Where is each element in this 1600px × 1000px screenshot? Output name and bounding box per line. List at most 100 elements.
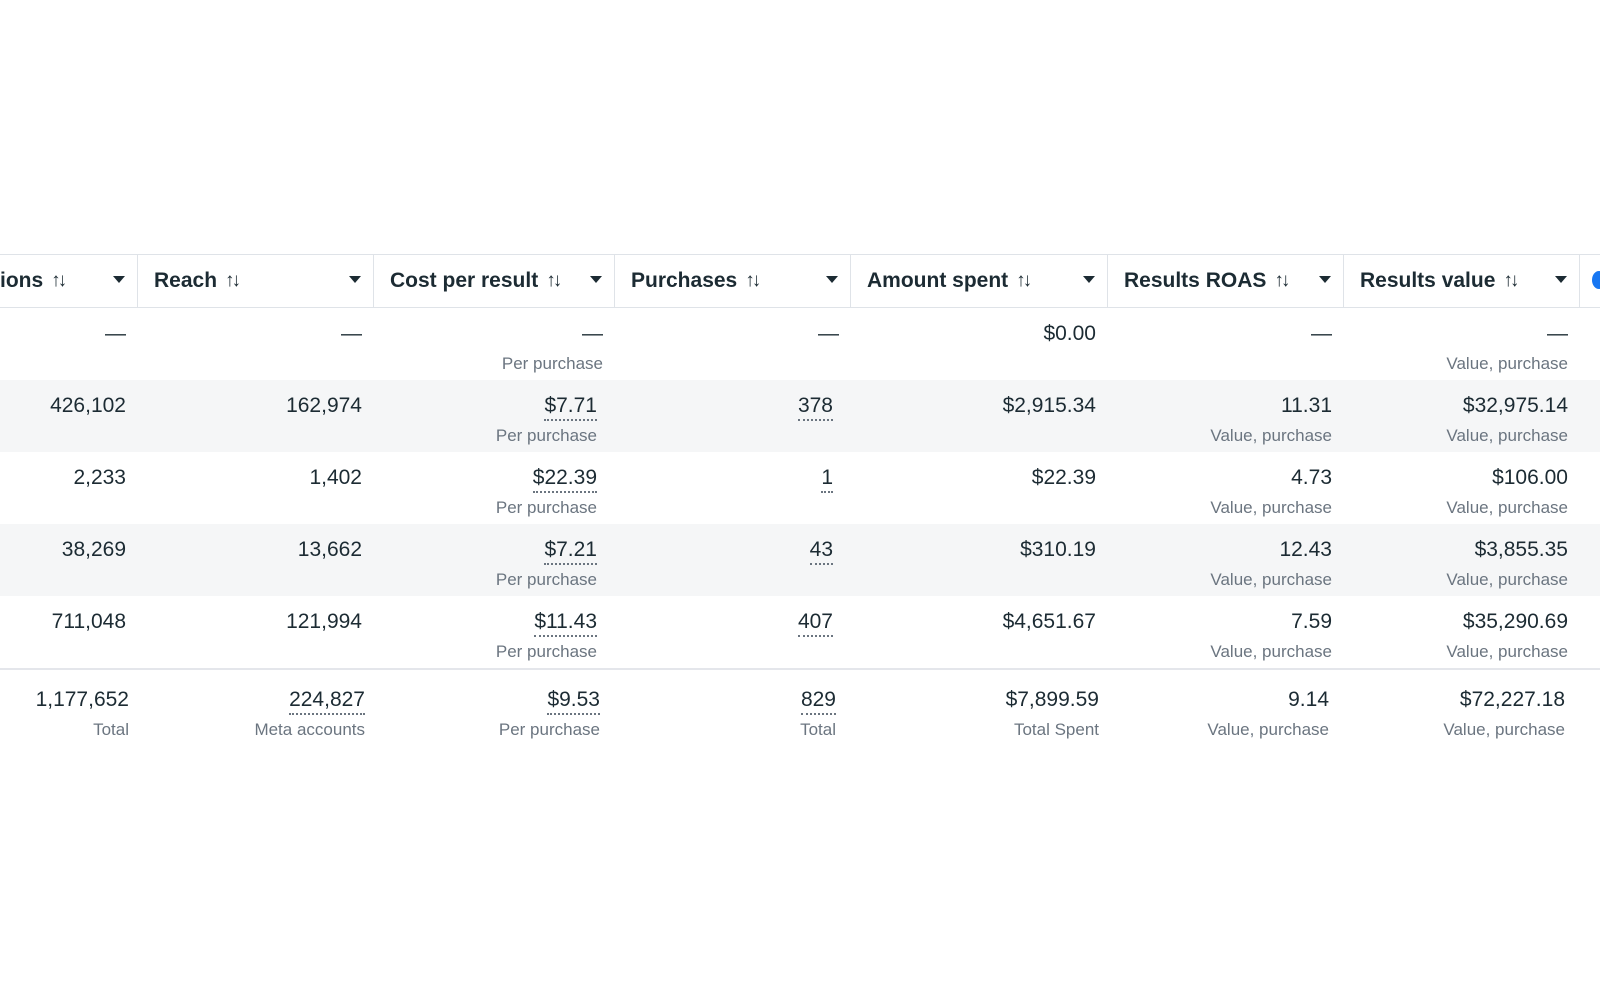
cell-results-roas: 4.73 Value, purchase xyxy=(1108,452,1332,524)
cell-value: $3,855.35 xyxy=(1474,538,1568,561)
sort-icon[interactable]: ↑↓ xyxy=(745,270,761,292)
cell-value: 11.31 xyxy=(1281,394,1332,417)
cell-impressions: — xyxy=(0,308,126,380)
cell-reach: — xyxy=(138,308,362,380)
total-subtext: Total xyxy=(93,720,129,739)
column-header-label: Reach xyxy=(154,269,218,292)
cell-subtext: Value, purchase xyxy=(1446,354,1568,373)
column-header-label: Purchases xyxy=(631,269,738,292)
cell-value: — xyxy=(1311,322,1332,345)
cell-subtext: Value, purchase xyxy=(1446,642,1568,661)
total-amount-spent: $7,899.59 Total Spent xyxy=(851,670,1099,746)
total-subtext: Total xyxy=(800,720,836,739)
total-value-link[interactable]: 224,827 xyxy=(289,688,365,715)
cell-value: 7.59 xyxy=(1291,610,1332,633)
table-row[interactable]: 426,102 162,974 $7.71 Per purchase 378 $2… xyxy=(0,380,1600,452)
cell-results-value: — Value, purchase xyxy=(1344,308,1568,380)
cell-value-link[interactable]: $11.43 xyxy=(534,610,597,637)
column-header-label: Results value xyxy=(1360,269,1496,292)
chevron-down-icon[interactable] xyxy=(1083,276,1095,283)
chevron-down-icon[interactable] xyxy=(1555,276,1567,283)
cell-subtext: Value, purchase xyxy=(1446,570,1568,589)
cell-value-link[interactable]: $7.71 xyxy=(544,394,597,421)
cell-cost-per-result[interactable]: $22.39 Per purchase xyxy=(374,452,597,524)
add-column-icon[interactable] xyxy=(1592,271,1600,289)
cell-value: 2,233 xyxy=(73,466,126,489)
cell-value: $35,290.69 xyxy=(1462,610,1568,633)
cell-cost-per-result[interactable]: $7.71 Per purchase xyxy=(374,380,597,452)
column-header-amount-spent[interactable]: Amount spent ↑↓ xyxy=(851,255,1108,307)
cell-value: $22.39 xyxy=(1031,466,1096,489)
table-row[interactable]: 2,233 1,402 $22.39 Per purchase 1 $22.39 … xyxy=(0,452,1600,524)
total-value-link[interactable]: $9.53 xyxy=(547,688,600,715)
sort-icon[interactable]: ↑↓ xyxy=(546,270,562,292)
cell-value-link[interactable]: 378 xyxy=(797,394,833,421)
cell-results-roas: — xyxy=(1108,308,1332,380)
cell-subtext: Value, purchase xyxy=(1210,570,1332,589)
sort-icon[interactable]: ↑↓ xyxy=(225,270,241,292)
cell-value: 12.43 xyxy=(1279,538,1332,561)
cell-value: $32,975.14 xyxy=(1462,394,1568,417)
cell-impressions: 426,102 xyxy=(0,380,126,452)
cell-reach: 162,974 xyxy=(138,380,362,452)
cell-purchases[interactable]: 1 xyxy=(615,452,833,524)
cell-reach: 121,994 xyxy=(138,596,362,668)
cell-value: 13,662 xyxy=(297,538,362,561)
cell-value: $106.00 xyxy=(1492,466,1568,489)
cell-purchases: — xyxy=(615,308,839,380)
cell-cost-per-result[interactable]: $11.43 Per purchase xyxy=(374,596,597,668)
cell-results-value: $35,290.69 Value, purchase xyxy=(1344,596,1568,668)
table-row[interactable]: 38,269 13,662 $7.21 Per purchase 43 $310.… xyxy=(0,524,1600,596)
cell-impressions: 38,269 xyxy=(0,524,126,596)
cell-value-link[interactable]: 407 xyxy=(797,610,833,637)
cell-value: — xyxy=(105,322,126,345)
cell-value: — xyxy=(818,322,839,345)
column-header-impressions[interactable]: ions ↑↓ xyxy=(0,255,138,307)
sort-icon[interactable]: ↑↓ xyxy=(1503,270,1519,292)
cell-cost-per-result[interactable]: $7.21 Per purchase xyxy=(374,524,597,596)
total-reach[interactable]: 224,827 Meta accounts xyxy=(138,670,365,746)
total-value: 9.14 xyxy=(1288,688,1329,711)
column-header-results-value[interactable]: Results value ↑↓ xyxy=(1344,255,1580,307)
total-value-link[interactable]: 829 xyxy=(800,688,836,715)
column-header-label: Amount spent xyxy=(867,269,1009,292)
sort-icon[interactable]: ↑↓ xyxy=(1274,270,1290,292)
cell-subtext: Per purchase xyxy=(495,498,597,517)
column-header-reach[interactable]: Reach ↑↓ xyxy=(138,255,374,307)
cell-value-link[interactable]: $22.39 xyxy=(532,466,597,493)
total-purchases[interactable]: 829 Total xyxy=(615,670,836,746)
cell-value: 38,269 xyxy=(61,538,126,561)
cell-subtext: Per purchase xyxy=(495,426,597,445)
cell-value: 162,974 xyxy=(286,394,362,417)
total-subtext: Value, purchase xyxy=(1443,720,1565,739)
cell-amount-spent: $0.00 xyxy=(851,308,1096,380)
cell-purchases[interactable]: 378 xyxy=(615,380,833,452)
cell-results-value: $106.00 Value, purchase xyxy=(1344,452,1568,524)
cell-cost-per-result: — Per purchase xyxy=(374,308,603,380)
cell-value-link[interactable]: 1 xyxy=(821,466,833,493)
total-results-value: $72,227.18 Value, purchase xyxy=(1344,670,1565,746)
table-row[interactable]: 711,048 121,994 $11.43 Per purchase 407 $… xyxy=(0,596,1600,668)
chevron-down-icon[interactable] xyxy=(113,276,125,283)
table-row[interactable]: — — — Per purchase — $0.00 — — Value, purc… xyxy=(0,308,1600,380)
chevron-down-icon[interactable] xyxy=(826,276,838,283)
column-header-label: Results ROAS xyxy=(1124,269,1267,292)
cell-value-link[interactable]: $7.21 xyxy=(544,538,597,565)
total-value: $72,227.18 xyxy=(1459,688,1565,711)
chevron-down-icon[interactable] xyxy=(1319,276,1331,283)
column-header-results-roas[interactable]: Results ROAS ↑↓ xyxy=(1108,255,1344,307)
table-header-row: ions ↑↓ Reach ↑↓ Cost per result ↑↓ Purc… xyxy=(0,254,1600,308)
cell-impressions: 711,048 xyxy=(0,596,126,668)
chevron-down-icon[interactable] xyxy=(590,276,602,283)
chevron-down-icon[interactable] xyxy=(349,276,361,283)
column-header-cost-per-result[interactable]: Cost per result ↑↓ xyxy=(374,255,615,307)
cell-subtext: Per purchase xyxy=(495,570,597,589)
column-header-purchases[interactable]: Purchases ↑↓ xyxy=(615,255,851,307)
total-cost-per-result[interactable]: $9.53 Per purchase xyxy=(374,670,600,746)
sort-icon[interactable]: ↑↓ xyxy=(1016,270,1032,292)
cell-value-link[interactable]: 43 xyxy=(809,538,833,565)
sort-icon[interactable]: ↑↓ xyxy=(51,270,67,292)
cell-purchases[interactable]: 407 xyxy=(615,596,833,668)
cell-purchases[interactable]: 43 xyxy=(615,524,833,596)
cell-subtext: Value, purchase xyxy=(1446,426,1568,445)
